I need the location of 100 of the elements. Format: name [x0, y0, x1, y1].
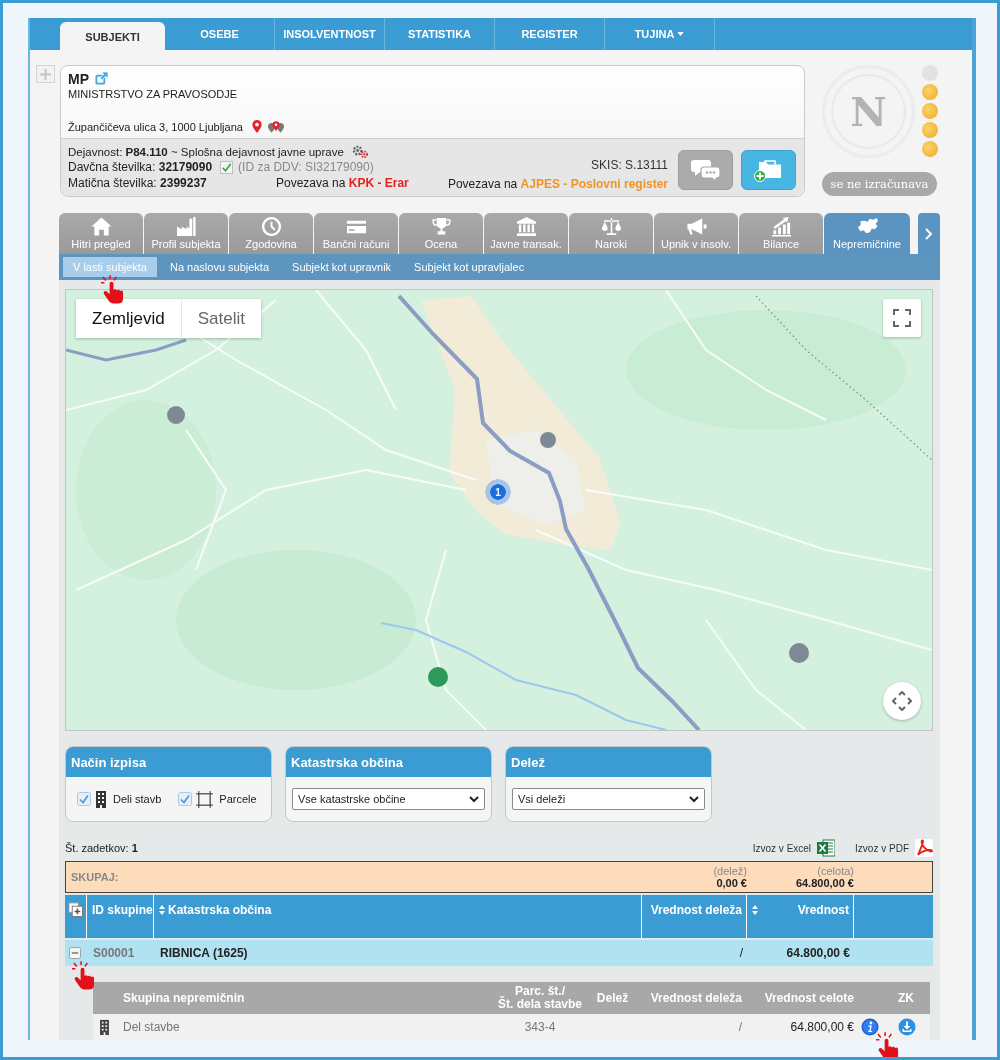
checkbox[interactable] — [178, 792, 193, 806]
chat-bubbles-icon — [690, 158, 721, 182]
building-icon — [99, 1019, 110, 1035]
subject-address: Župančičeva ulica 3, 1000 Ljubljana — [68, 120, 243, 133]
table-cell-text: 64.800,00 € — [785, 946, 851, 960]
export-link[interactable]: Izvoz v Excel — [752, 839, 836, 857]
expand-button[interactable] — [36, 65, 55, 83]
total-caption: (celota) — [817, 865, 854, 877]
expand-all-icon[interactable] — [68, 902, 83, 917]
module-tab[interactable]: Naroki — [569, 213, 653, 254]
module-tab[interactable]: Profil subjekta — [144, 213, 228, 254]
pdf-icon — [915, 839, 933, 857]
nav-tab[interactable]: OSEBE — [165, 18, 275, 50]
totals-label: SKUPAJ: — [70, 871, 120, 883]
nav-tab[interactable]: REGISTER — [495, 18, 605, 50]
fullscreen-button[interactable] — [883, 299, 921, 337]
table-cell-text: / — [737, 1020, 743, 1034]
info-icon[interactable] — [861, 1018, 879, 1036]
nav-tab[interactable]: INSOLVENTNOST — [275, 18, 385, 50]
checkbox-label: Parcele — [219, 793, 257, 805]
subtab[interactable]: V lasti subjekta — [63, 257, 157, 277]
factory-icon — [175, 216, 197, 237]
dropdown-select[interactable]: Vse katastrske občine — [292, 788, 485, 810]
map-type-button[interactable]: Satelit — [181, 299, 261, 338]
table-cell-text: RIBNICA (1625) — [159, 946, 249, 960]
table-cell-text: 64.800,00 € — [789, 1020, 855, 1034]
register-link[interactable]: KPK - Erar — [348, 175, 409, 190]
link-caption: Povezava na AJPES - Poslovni register — [447, 177, 668, 191]
column-header[interactable]: Vrednost — [797, 903, 849, 917]
total-value: 0,00 € — [716, 877, 747, 889]
bar-chart-icon — [770, 216, 792, 237]
module-tab[interactable]: Bančni računi — [314, 213, 398, 254]
table-cell-text: Del stavbe — [122, 1020, 181, 1034]
chevron-down-icon — [469, 795, 479, 803]
module-tab[interactable]: Nepremičnine — [824, 213, 910, 254]
module-tab[interactable]: Hitri pregled — [59, 213, 143, 254]
dropdown-select[interactable]: Vsi deleži — [512, 788, 705, 810]
parcel-outline-icon — [196, 790, 214, 808]
nav-tab[interactable]: SUBJEKTI — [60, 22, 165, 50]
module-tab[interactable]: Zgodovina — [229, 213, 313, 254]
collapse-icon[interactable] — [69, 947, 81, 959]
map-pin-icon[interactable] — [251, 120, 262, 133]
cluster-marker[interactable]: 1 — [485, 479, 511, 505]
total-value: 64.800,00 € — [795, 877, 854, 889]
subtab[interactable]: Subjekt kot upravnik — [282, 257, 402, 277]
vat-id: (ID za DDV: SI32179090) — [238, 160, 374, 175]
bank-icon — [515, 216, 537, 237]
download-icon[interactable] — [898, 1018, 916, 1036]
module-tab[interactable]: Bilance — [739, 213, 823, 254]
module-tab[interactable]: Javne transak. — [484, 213, 568, 254]
nav-tab[interactable]: TUJINA — [605, 18, 715, 50]
gears-icon[interactable] — [351, 145, 369, 159]
filter-title: Način izpisa — [66, 747, 271, 777]
folder-plus-icon — [753, 158, 784, 182]
megaphone-icon — [685, 216, 707, 237]
subject-name: MINISTRSTVO ZA PRAVOSODJE — [68, 88, 239, 100]
registration-number: Matična številka: 2399237 — [68, 175, 208, 190]
comments-button[interactable] — [678, 150, 733, 190]
external-link-icon[interactable] — [95, 72, 108, 85]
activity-text: Dejavnost: P84.110 ~ Splošna dejavnost javne uprave — [68, 145, 344, 158]
column-header: ZK — [898, 992, 914, 1005]
export-link[interactable]: Izvoz v PDF — [855, 839, 933, 857]
next-tabs-button[interactable] — [918, 213, 940, 254]
module-tab[interactable]: Ocena — [399, 213, 483, 254]
map-pins-icon[interactable] — [267, 120, 284, 133]
chevron-down-icon — [689, 795, 699, 803]
link-caption: Povezava na KPK - Erar — [276, 175, 409, 190]
table-cell-text: S00001 — [92, 946, 136, 960]
building-icon — [95, 790, 107, 808]
table-cell-text: / — [738, 946, 744, 960]
clock-icon — [260, 216, 282, 237]
module-tab[interactable]: Upnik v insolv. — [654, 213, 738, 254]
map-type-button[interactable]: Zemljevid — [76, 299, 182, 338]
filter-title: Katastrska občina — [286, 747, 491, 777]
subtab[interactable]: Subjekt kot upravljalec — [404, 257, 535, 277]
subtab[interactable]: Na naslovu subjekta — [160, 257, 280, 277]
column-header[interactable]: Vrednost deleža — [650, 903, 742, 917]
sort-icon[interactable] — [159, 905, 165, 915]
trophy-icon — [430, 216, 452, 237]
tax-number: Davčna številka: 32179090 — [68, 160, 213, 175]
sort-icon[interactable] — [752, 905, 758, 915]
nav-tab[interactable]: STATISTIKA — [385, 18, 495, 50]
column-header[interactable]: Katastrska občina — [168, 903, 272, 917]
column-header: Vrednost deleža — [650, 992, 742, 1005]
column-header: Delež — [596, 992, 629, 1005]
pointer-hand-icon — [101, 275, 124, 304]
rating-status-badge: se ne izračunava — [822, 172, 937, 196]
rating-grade: N — [850, 88, 887, 135]
filter-title: Delež — [506, 747, 711, 777]
checkbox[interactable] — [77, 792, 91, 806]
checkbox-label: Deli stavb — [113, 793, 162, 805]
column-header[interactable]: ID skupine — [92, 903, 153, 917]
table-row[interactable]: S00001 RIBNICA (1625) / 64.800,00 € — [65, 940, 933, 966]
result-count: Št. zadetkov: 1 — [65, 842, 138, 854]
register-link[interactable]: AJPES - Poslovni register — [520, 177, 668, 191]
column-header: Skupina nepremičnin — [123, 992, 245, 1005]
scales-icon — [600, 216, 622, 237]
column-header: Vrednost celote — [764, 992, 854, 1005]
pointer-hand-icon — [72, 961, 95, 990]
add-to-folder-button[interactable] — [741, 150, 796, 190]
